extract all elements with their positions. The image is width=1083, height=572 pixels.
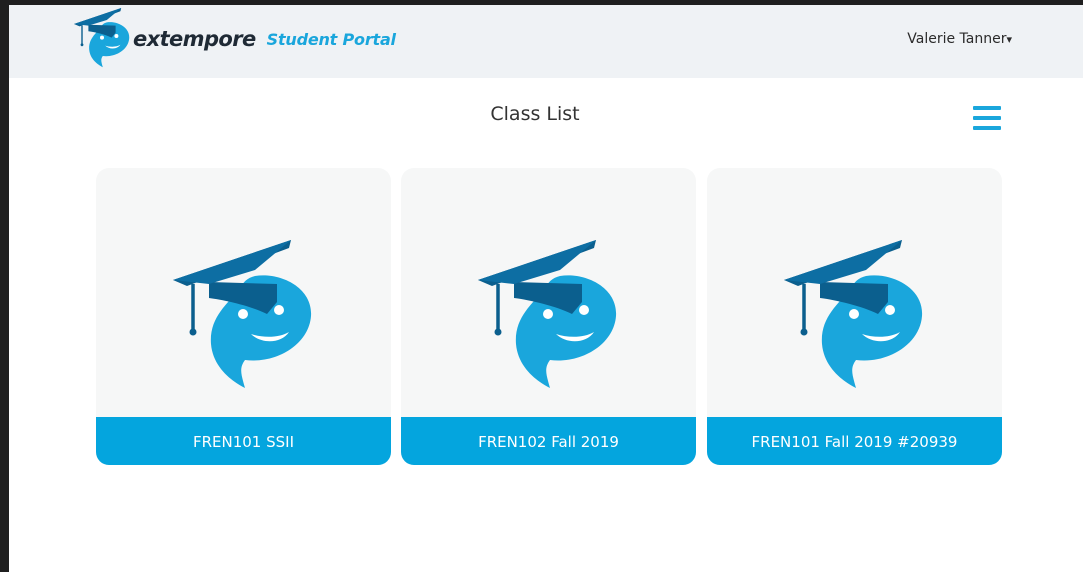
class-card-label: FREN101 SSII	[96, 417, 391, 465]
brand-subtitle: Student Portal	[266, 29, 396, 49]
class-card[interactable]: FREN101 Fall 2019 #20939	[707, 168, 1002, 465]
class-card-label: FREN102 Fall 2019	[401, 417, 696, 465]
user-name: Valerie Tanner	[907, 31, 1007, 47]
class-card-list: FREN101 SSII FREN102 Fall 2019 FREN101 F…	[96, 168, 1002, 465]
class-card[interactable]: FREN102 Fall 2019	[401, 168, 696, 465]
graduation-cap-speech-bubble-icon	[172, 240, 314, 390]
menu-bar	[973, 126, 1001, 130]
graduation-cap-speech-bubble-icon	[477, 240, 619, 390]
brand-logo-link[interactable]: extempore Student Portal	[73, 8, 396, 68]
app-viewport: extempore Student Portal Valerie Tanner …	[9, 5, 1083, 572]
class-card-label: FREN101 Fall 2019 #20939	[707, 417, 1002, 465]
page-title: Class List	[490, 103, 580, 125]
menu-bar	[973, 106, 1001, 110]
graduation-cap-speech-bubble-icon	[73, 8, 131, 68]
class-card[interactable]: FREN101 SSII	[96, 168, 391, 465]
graduation-cap-speech-bubble-icon	[783, 240, 925, 390]
brand-name: extempore	[133, 27, 256, 51]
chevron-down-icon: ▾	[1006, 33, 1012, 46]
hamburger-menu-icon[interactable]	[971, 105, 1003, 133]
user-menu-dropdown[interactable]: Valerie Tanner ▾	[907, 31, 1012, 47]
header-bar: extempore Student Portal Valerie Tanner …	[9, 5, 1083, 78]
menu-bar	[973, 116, 1001, 120]
